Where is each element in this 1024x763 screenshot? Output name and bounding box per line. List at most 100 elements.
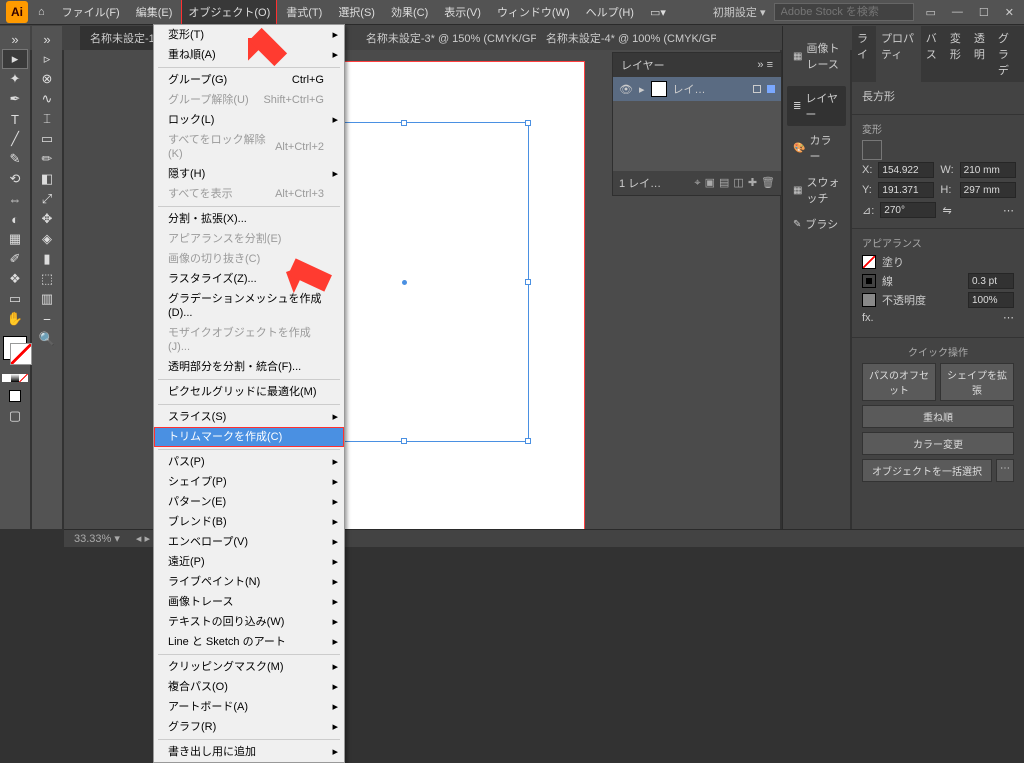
menu-select[interactable]: 選択(S) <box>331 0 382 25</box>
type-tool[interactable]: T <box>3 110 27 128</box>
layers-panel-header[interactable]: レイヤー » ≡ <box>613 53 781 77</box>
pencil-tool[interactable]: ✏ <box>35 150 59 168</box>
opacity-input[interactable] <box>968 292 1014 308</box>
reference-point[interactable] <box>862 140 882 160</box>
menu-object[interactable]: オブジェクト(O) <box>181 0 277 25</box>
dock-layers[interactable]: ≣ レイヤー <box>787 86 846 126</box>
collapse-icon[interactable]: » <box>757 59 763 71</box>
doc-tab[interactable]: 名称未設定-3* @ 150% (CMYK/GPU…× <box>356 26 536 50</box>
layer-name[interactable]: レイ… <box>673 81 706 97</box>
tab-transform[interactable]: 変形 <box>945 26 969 82</box>
menu-item[interactable]: 隠す(H)▸ <box>154 164 344 184</box>
menu-item[interactable]: エンベロープ(V)▸ <box>154 532 344 552</box>
menu-effect[interactable]: 効果(C) <box>384 0 435 25</box>
menu-item[interactable]: ブレンド(B)▸ <box>154 512 344 532</box>
window-min-icon[interactable]: — <box>948 6 967 18</box>
flip-h-icon[interactable]: ⇋ <box>943 204 952 217</box>
scale-tool[interactable]: ⤢ <box>35 190 59 208</box>
stroke-swatch[interactable] <box>862 274 876 288</box>
symbol-tool[interactable]: ❖ <box>3 270 27 288</box>
mesh-tool[interactable]: ▦ <box>3 230 27 248</box>
expand-icon[interactable]: ▸ <box>639 83 645 96</box>
angle-input[interactable] <box>880 202 936 218</box>
visibility-icon[interactable]: 👁 <box>619 83 633 96</box>
free-transform-tool[interactable]: ✥ <box>35 210 59 228</box>
magic-wand-tool[interactable]: ✦ <box>3 70 27 88</box>
panel-menu-icon[interactable]: ≡ <box>767 59 773 71</box>
x-input[interactable] <box>878 162 934 178</box>
rotate-tool[interactable]: ⟲ <box>3 170 27 188</box>
selection-tool[interactable]: ▸ <box>3 50 27 68</box>
locate-icon[interactable]: ⌖ <box>694 177 700 189</box>
more-options-icon[interactable]: ⋯ <box>1003 311 1014 324</box>
shape-builder-tool[interactable]: ◐ <box>3 210 27 228</box>
menu-item[interactable]: パス(P)▸ <box>154 452 344 472</box>
stroke-weight-input[interactable] <box>968 273 1014 289</box>
target-icon[interactable] <box>753 85 761 93</box>
touch-type-tool[interactable]: ⌶ <box>35 110 59 128</box>
menu-item[interactable]: クリッピングマスク(M)▸ <box>154 657 344 677</box>
window-close-icon[interactable]: ✕ <box>1001 6 1018 19</box>
doc-tab[interactable]: 名称未設定-4* @ 100% (CMYK/GPU…× <box>536 26 716 50</box>
artboard-tool[interactable]: ▭ <box>3 290 27 308</box>
menu-item[interactable]: グラフ(R)▸ <box>154 717 344 737</box>
menu-item[interactable]: シェイプ(P)▸ <box>154 472 344 492</box>
layer-row[interactable]: 👁 ▸ レイ… <box>613 77 781 101</box>
menu-item[interactable]: テキストの回り込み(W)▸ <box>154 612 344 632</box>
hand-tool[interactable]: ✋ <box>3 310 27 328</box>
new-icon[interactable]: ✚ <box>748 177 757 189</box>
layers-panel[interactable]: レイヤー » ≡ 👁 ▸ レイ… 1 レイ… ⌖▣▤◫✚🗑 <box>612 52 782 196</box>
menu-type[interactable]: 書式(T) <box>279 0 329 25</box>
menu-item[interactable]: 画像トレース▸ <box>154 592 344 612</box>
menu-view[interactable]: 表示(V) <box>437 0 488 25</box>
color-mode-bar[interactable] <box>2 374 28 382</box>
menu-item[interactable]: トリムマークを作成(C) <box>154 427 344 447</box>
dock-brushes[interactable]: ✎ ブラシ <box>787 212 846 236</box>
new-sublayer-icon[interactable]: ▣ <box>705 177 715 189</box>
dock-image-trace[interactable]: ▦ 画像トレース <box>787 36 846 76</box>
eraser-tool[interactable]: ◧ <box>35 170 59 188</box>
rectangle-tool[interactable]: ▭ <box>35 130 59 148</box>
expand-shape-button[interactable]: シェイプを拡張 <box>940 363 1014 401</box>
menu-item[interactable]: 書き出し用に追加▸ <box>154 742 344 762</box>
offset-path-button[interactable]: パスのオフセット <box>862 363 936 401</box>
fill-swatch[interactable] <box>862 255 876 269</box>
menu-item[interactable]: グラデーションメッシュを作成(D)... <box>154 289 344 323</box>
menu-window[interactable]: ウィンドウ(W) <box>490 0 577 25</box>
pen-tool[interactable]: ✒ <box>3 90 27 108</box>
slice-tool[interactable]: ⎯ <box>35 310 59 328</box>
width-tool[interactable]: ⇔ <box>3 190 27 208</box>
y-input[interactable] <box>878 182 934 198</box>
eyedropper-tool[interactable]: ✐ <box>3 250 27 268</box>
recolor-button[interactable]: カラー変更 <box>862 432 1014 455</box>
chevron-icon[interactable]: » <box>35 30 59 48</box>
window-max-icon[interactable]: ☐ <box>975 6 993 19</box>
arrange-button[interactable]: 重ね順 <box>862 405 1014 428</box>
zoom-level[interactable]: 33.33% ▾ <box>74 532 120 545</box>
menu-item[interactable]: スライス(S)▸ <box>154 407 344 427</box>
perspective-tool[interactable]: ◈ <box>35 230 59 248</box>
new-layer-icon[interactable]: ▤ <box>719 177 729 189</box>
menu-help[interactable]: ヘルプ(H) <box>579 0 641 25</box>
tab-transp[interactable]: 透明 <box>969 26 993 82</box>
menu-item[interactable]: 分割・拡張(X)... <box>154 209 344 229</box>
tab-path[interactable]: バス <box>921 26 945 82</box>
tab-lib[interactable]: ライ <box>852 26 876 82</box>
stock-search-input[interactable] <box>774 3 914 21</box>
direct-selection-tool[interactable]: ▹ <box>35 50 59 68</box>
menu-item[interactable]: 遠近(P)▸ <box>154 552 344 572</box>
screen-mode-icon[interactable]: ▢ <box>3 407 27 425</box>
line-tool[interactable]: ╱ <box>3 130 27 148</box>
menu-item[interactable]: アートボード(A)▸ <box>154 697 344 717</box>
zoom-tool[interactable]: 🔍 <box>35 330 59 348</box>
w-input[interactable] <box>960 162 1016 178</box>
workspace-switcher[interactable]: 初期設定 ▾ <box>713 4 766 20</box>
menu-item[interactable]: 複合パス(O)▸ <box>154 677 344 697</box>
clip-icon[interactable]: ◫ <box>733 177 743 189</box>
more-options-icon[interactable]: ⋯ <box>958 204 1014 217</box>
home-icon[interactable]: ⌂ <box>38 6 45 18</box>
artboard-nav[interactable]: ◂ ▸ <box>136 532 150 545</box>
dock-swatches[interactable]: ▦ スウォッチ <box>787 170 846 210</box>
window-restore-icon[interactable]: ▭ <box>922 6 940 19</box>
fx-label[interactable]: fx. <box>862 312 874 324</box>
